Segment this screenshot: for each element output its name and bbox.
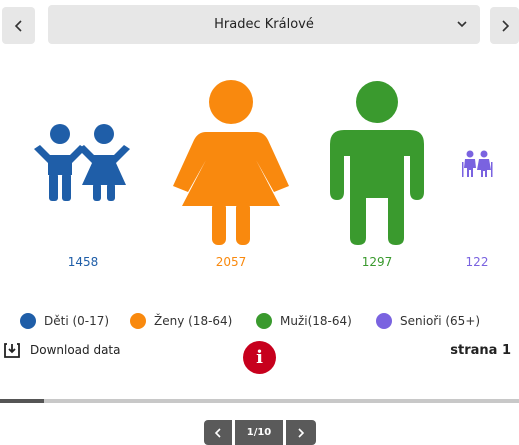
legend: Děti (0-17) Ženy (18-64) Muži(18-64) Sen… [0, 313, 519, 333]
legend-dot-seniors [376, 313, 392, 329]
legend-dot-children [20, 313, 36, 329]
pager: 1/10 [204, 420, 316, 445]
download-data-button[interactable]: Download data [4, 342, 121, 358]
pager-next-button[interactable] [286, 420, 316, 445]
download-icon [4, 343, 20, 358]
seniors-icon [461, 150, 493, 177]
legend-dot-women [130, 313, 146, 329]
chevron-down-icon [457, 21, 467, 28]
legend-item-seniors[interactable]: Senioři (65+) [376, 313, 480, 329]
chevron-left-icon [14, 19, 22, 32]
women-count: 2057 [215, 255, 247, 269]
man-icon [330, 80, 424, 245]
pager-count: 1/10 [235, 420, 283, 445]
legend-label-women: Ženy (18-64) [154, 314, 233, 328]
legend-item-men[interactable]: Muži(18-64) [256, 313, 352, 329]
info-button[interactable]: i [243, 341, 276, 374]
region-select-value: Hradec Králové [214, 17, 314, 32]
legend-item-children[interactable]: Děti (0-17) [20, 313, 109, 329]
children-count: 1458 [67, 255, 99, 269]
next-region-button[interactable] [490, 7, 519, 44]
children-icon [32, 123, 132, 203]
legend-label-men: Muži(18-64) [280, 314, 352, 328]
seniors-count: 122 [465, 255, 489, 269]
legend-label-seniors: Senioři (65+) [400, 314, 481, 328]
woman-icon [172, 80, 290, 245]
info-icon: i [256, 347, 263, 368]
chevron-right-icon [298, 427, 305, 438]
chevron-right-icon [501, 19, 509, 32]
progress-bar [0, 399, 519, 403]
men-count: 1297 [361, 255, 393, 269]
prev-region-button[interactable] [2, 7, 35, 44]
progress-fill [0, 399, 45, 403]
legend-dot-men [256, 313, 272, 329]
legend-label-children: Děti (0-17) [44, 314, 110, 328]
legend-item-women[interactable]: Ženy (18-64) [130, 313, 232, 329]
pager-prev-button[interactable] [204, 420, 232, 445]
download-data-label: Download data [30, 343, 121, 357]
page-label: strana 1 [450, 343, 511, 358]
region-select[interactable]: Hradec Králové [48, 5, 480, 44]
chevron-left-icon [214, 427, 221, 438]
